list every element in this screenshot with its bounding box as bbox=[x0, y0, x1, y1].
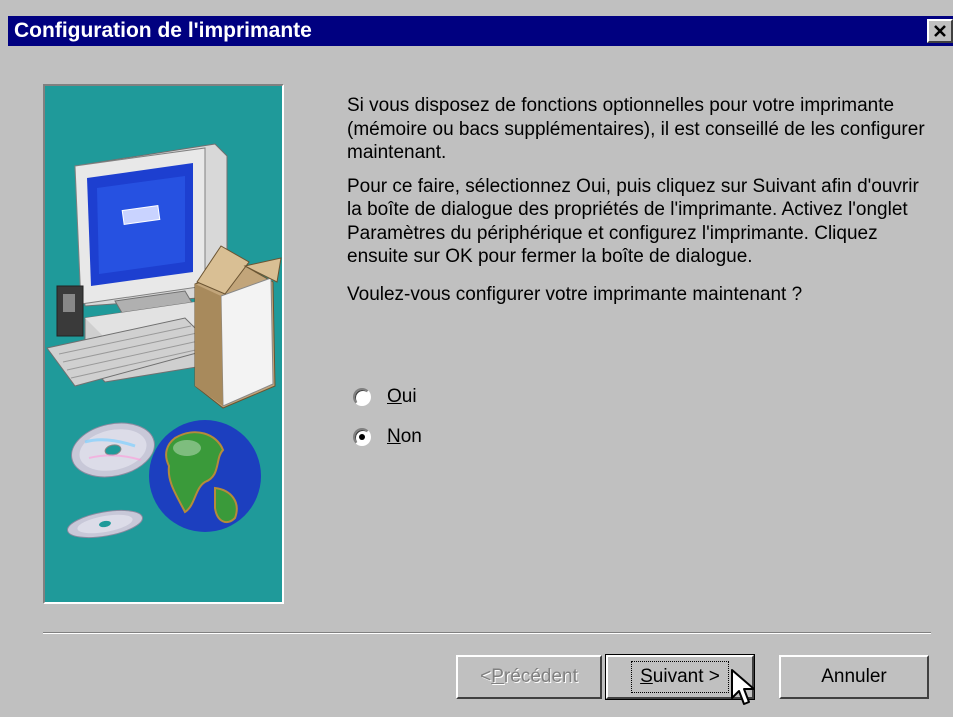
back-button[interactable]: < Précédent bbox=[456, 655, 602, 699]
oui-radio-label: Oui bbox=[387, 386, 417, 407]
title-bar: Configuration de l'imprimante bbox=[8, 16, 953, 46]
close-button[interactable] bbox=[927, 19, 953, 43]
close-icon bbox=[934, 25, 946, 37]
wizard-text: Si vous disposez de fonctions optionnell… bbox=[347, 94, 937, 316]
oui-radio-button[interactable] bbox=[353, 388, 371, 406]
configure-question: Voulez-vous configurer votre imprimante … bbox=[347, 283, 803, 305]
non-radio-button[interactable] bbox=[353, 428, 371, 446]
computer-globe-illustration bbox=[46, 143, 282, 539]
printer-setup-dialog: Configuration de l'imprimante Si vous di… bbox=[0, 0, 953, 717]
cancel-button[interactable]: Annuler bbox=[779, 655, 929, 699]
radio-option-oui[interactable]: Oui bbox=[353, 384, 417, 410]
focus-indicator: Suivant > bbox=[631, 661, 729, 693]
info-paragraph-1: Si vous disposez de fonctions optionnell… bbox=[347, 95, 925, 163]
window-title: Configuration de l'imprimante bbox=[14, 19, 312, 42]
mouse-pointer-icon bbox=[731, 669, 755, 705]
button-separator bbox=[43, 632, 931, 634]
wizard-illustration bbox=[43, 84, 284, 604]
radio-option-non[interactable]: Non bbox=[353, 424, 422, 450]
info-paragraph-2: Pour ce faire, sélectionnez Oui, puis cl… bbox=[347, 175, 919, 268]
non-radio-label: Non bbox=[387, 426, 422, 447]
